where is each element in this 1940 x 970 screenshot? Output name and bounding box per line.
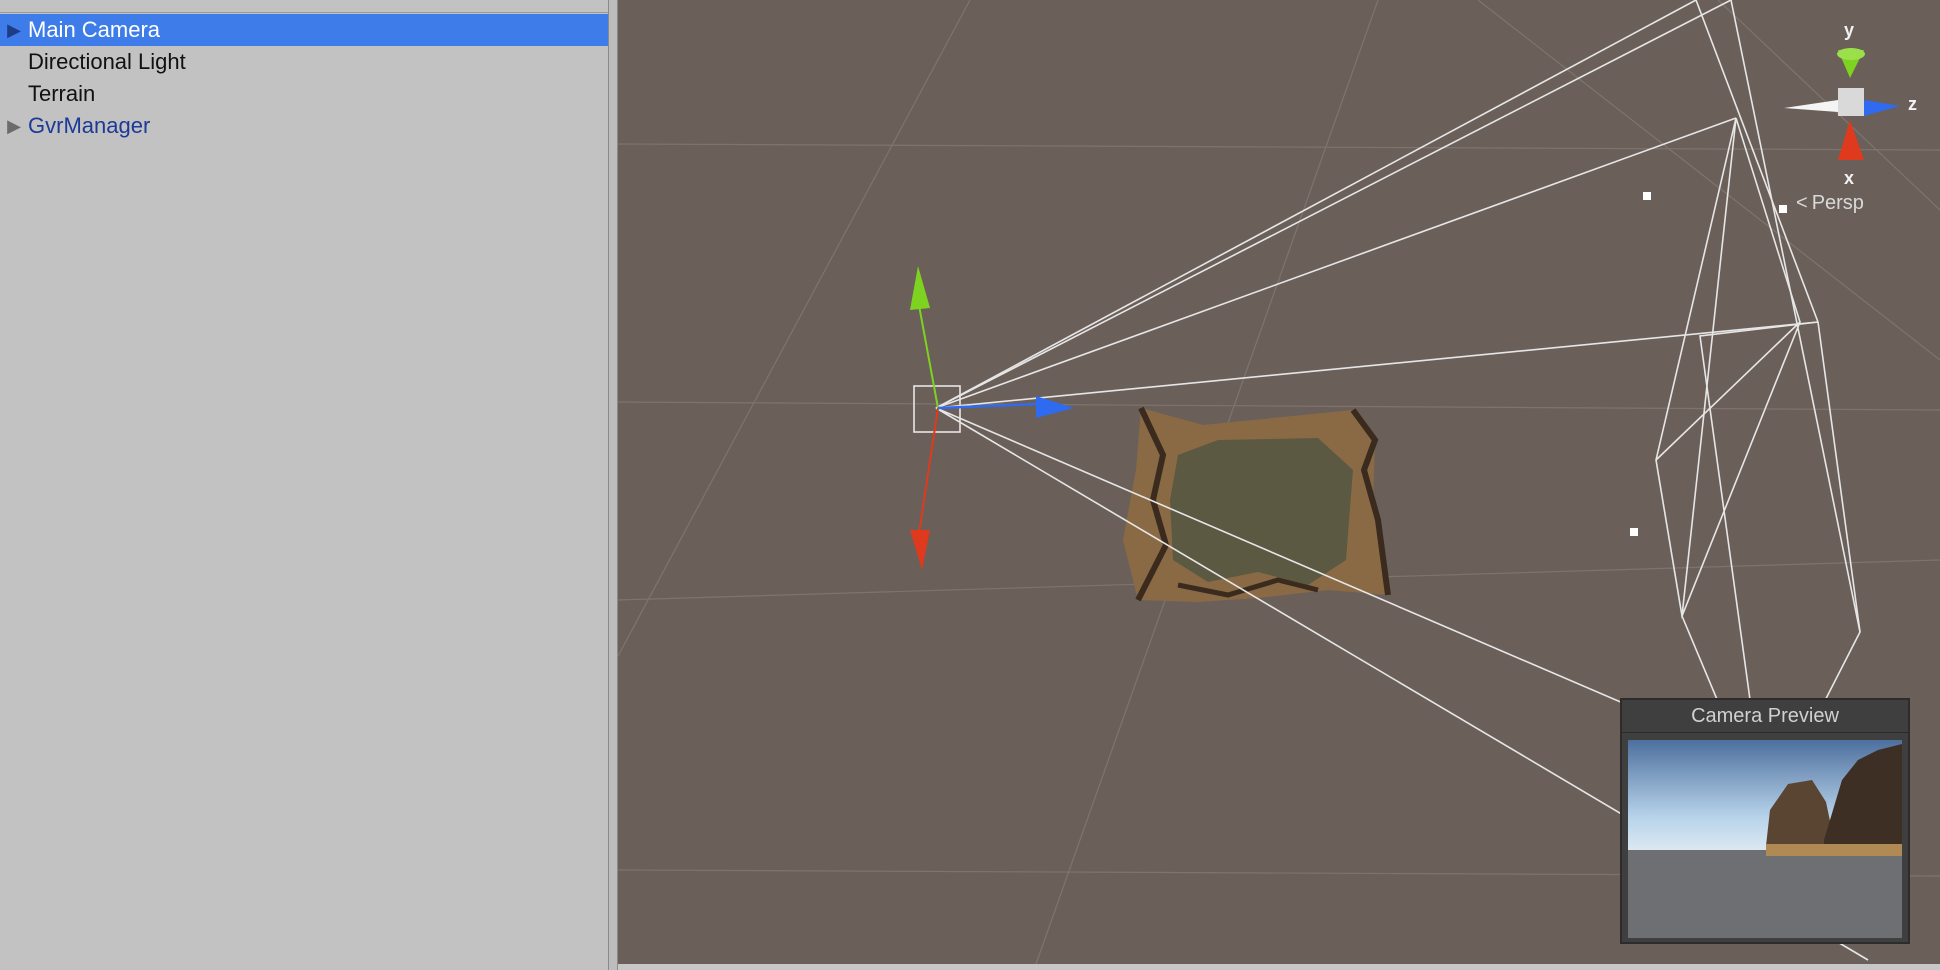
chevron-left-icon: < (1796, 192, 1808, 214)
hierarchy-item-label: Terrain (28, 81, 96, 106)
projection-label: Persp (1811, 192, 1864, 214)
expand-triangle-icon[interactable]: ▶ (0, 116, 28, 137)
hierarchy-item-label: Directional Light (28, 49, 186, 74)
gizmo-y-label: y (1844, 20, 1855, 40)
hierarchy-top-border (0, 0, 608, 13)
frustum-handles[interactable] (1630, 192, 1787, 536)
gizmo-x-label: x (1844, 168, 1855, 188)
panel-splitter[interactable] (608, 0, 618, 970)
hierarchy-panel: ▶ Main Camera Directional Light Terrain … (0, 0, 609, 970)
camera-preview-image (1628, 740, 1902, 938)
hierarchy-item-label: GvrManager (28, 113, 151, 138)
projection-toggle[interactable]: < Persp (1796, 192, 1864, 215)
orientation-gizmo[interactable]: y z x < Persp (1776, 20, 1926, 220)
x-axis-cone-icon[interactable] (1838, 120, 1864, 160)
expand-triangle-icon[interactable]: ▶ (0, 20, 28, 41)
hierarchy-item-label: Main Camera (28, 17, 161, 42)
camera-preview-panel: Camera Preview (1620, 698, 1910, 944)
hierarchy-item-main-camera[interactable]: ▶ Main Camera (0, 14, 608, 46)
transform-gizmo[interactable] (910, 266, 1074, 570)
camera-preview-title: Camera Preview (1622, 700, 1908, 733)
gizmo-z-label: z (1908, 94, 1917, 114)
gizmo-center-cube-icon[interactable] (1838, 88, 1864, 116)
z-axis-cone-icon[interactable] (1864, 100, 1900, 116)
hierarchy-item-directional-light[interactable]: Directional Light (0, 46, 608, 78)
hierarchy-item-terrain[interactable]: Terrain (0, 78, 608, 110)
scene-view[interactable]: y z x < Persp Camera Preview (618, 0, 1940, 970)
negative-x-cone-icon[interactable] (1784, 100, 1838, 112)
hierarchy-item-gvrmanager[interactable]: ▶ GvrManager (0, 110, 608, 142)
